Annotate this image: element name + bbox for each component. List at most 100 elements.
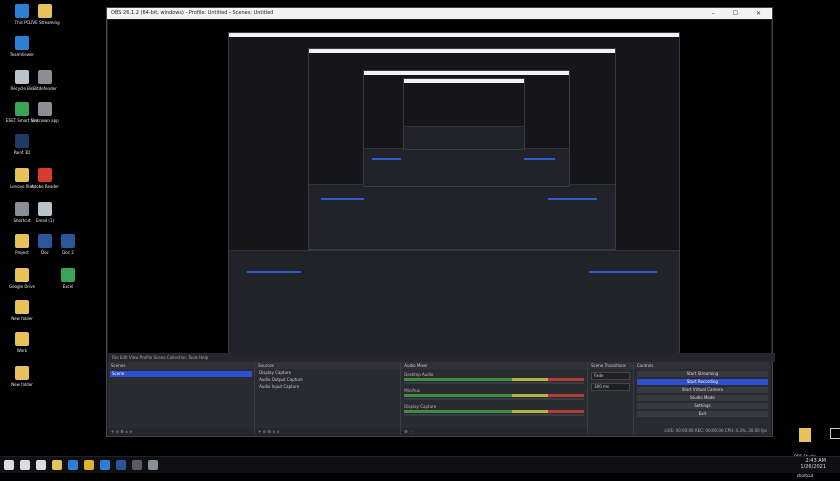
shield-icon xyxy=(38,70,52,84)
explorer-icon[interactable] xyxy=(52,460,62,470)
desktop-icon[interactable]: Google Drive xyxy=(6,268,38,289)
desktop-icon-label: Bitdefender xyxy=(33,86,57,91)
desktop-icon-area: This PCLIVE Streaming AssistantTeamViewe… xyxy=(2,2,97,452)
source-item[interactable]: Audio Output Capture xyxy=(255,376,400,383)
obs-icon[interactable] xyxy=(132,460,142,470)
folder-icon xyxy=(15,300,29,314)
chrome-icon[interactable] xyxy=(84,460,94,470)
start-streaming-button[interactable]: Start Streaming xyxy=(636,371,769,377)
desktop-icon-label: Google Drive xyxy=(8,284,36,289)
nested-preview-4 xyxy=(403,78,525,150)
sources-toolbar[interactable]: + ⊖ ⚙ ∧ ∨ xyxy=(255,428,401,435)
obs-docks: Scenes Scene + ⊖ ⚙ ∧ ∨ Sources Display C… xyxy=(108,362,772,435)
transitions-dock: Scene Transitions Fade 300 ms xyxy=(588,362,634,435)
volume-meter xyxy=(404,378,585,381)
folder-icon xyxy=(15,332,29,346)
recycle-bin-icon xyxy=(15,70,29,84)
volume-meter xyxy=(404,394,585,397)
desktop-icon-label: TeamViewer xyxy=(9,52,35,57)
exit-button[interactable]: Exit xyxy=(636,411,769,417)
app-icon xyxy=(15,102,29,116)
start-icon[interactable] xyxy=(4,460,14,470)
settings-button[interactable]: Settings xyxy=(636,403,769,409)
mail-icon xyxy=(38,202,52,216)
teamviewer-icon xyxy=(15,36,29,50)
search-icon[interactable] xyxy=(20,460,30,470)
mixer-channel[interactable]: Display Capture xyxy=(404,404,585,417)
volume-slider[interactable] xyxy=(404,398,585,400)
folder-icon xyxy=(15,168,29,182)
audio-mixer-dock: Audio Mixer Desktop Audio Mic/Aux Displa… xyxy=(401,362,589,435)
taskbar: 2:43 AM 1/26/2021 xyxy=(0,456,840,473)
controls-dock: Controls Start Streaming Start Recording… xyxy=(633,362,772,435)
mixer-channel[interactable]: Mic/Aux xyxy=(404,388,585,401)
app-icon xyxy=(38,102,52,116)
app-icon xyxy=(15,202,29,216)
preview-canvas[interactable] xyxy=(108,20,771,354)
file-icon xyxy=(799,428,811,442)
desktop-icon-label: New folder xyxy=(11,382,33,387)
mixer-channel[interactable]: Desktop Audio xyxy=(404,372,585,385)
channel-name: Desktop Audio xyxy=(404,372,434,377)
desktop-icon[interactable]: TeamViewer xyxy=(6,36,38,57)
desktop-icon[interactable]: New folder xyxy=(6,300,38,321)
desktop-icon[interactable]: Bitdefender xyxy=(29,70,61,91)
desktop-icon[interactable]: Email (1) xyxy=(29,202,61,223)
volume-slider[interactable] xyxy=(404,414,585,416)
clock[interactable]: 2:43 AM 1/26/2021 xyxy=(800,458,826,470)
window-controls[interactable]: – ☐ ✕ xyxy=(712,8,769,19)
desktop-icon-label: New folder xyxy=(11,316,33,321)
date: 1/26/2021 xyxy=(800,464,826,470)
settings-icon[interactable] xyxy=(148,460,158,470)
desktop-icon[interactable]: Unknown app xyxy=(29,102,61,123)
transition-type-select[interactable]: Fade xyxy=(591,372,630,380)
desktop-icon[interactable]: Doc 2 xyxy=(52,234,84,255)
obs-titlebar[interactable]: OBS 26.1.2 (64-bit, windows) - Profile: … xyxy=(107,8,772,19)
folder-icon xyxy=(15,366,29,380)
obs-menubar[interactable]: File Edit View Profile Scene Collection … xyxy=(108,353,775,362)
source-item[interactable]: Audio Input Capture xyxy=(255,383,400,390)
sources-dock: Sources Display Capture Audio Output Cap… xyxy=(255,362,402,435)
notification-icon[interactable] xyxy=(830,428,840,439)
mixer-title: Audio Mixer xyxy=(401,362,588,369)
mixer-toolbar[interactable]: ⚙ ⋮ xyxy=(401,428,588,435)
desktop-icon[interactable]: Paint 3D xyxy=(6,134,38,155)
controls-title: Controls xyxy=(633,362,772,369)
virtual-camera-button[interactable]: Start Virtual Camera xyxy=(636,387,769,393)
transitions-title: Scene Transitions xyxy=(588,362,633,369)
desktop-icon-label: Doc 2 xyxy=(62,250,74,255)
channel-name: Mic/Aux xyxy=(404,388,420,393)
desktop-icon-label: Excel xyxy=(62,284,74,289)
transition-duration-field[interactable]: 300 ms xyxy=(591,383,630,391)
desktop-icon[interactable]: Excel xyxy=(52,268,84,289)
scene-item[interactable]: Scene xyxy=(110,371,253,377)
source-item[interactable]: Display Capture xyxy=(255,369,400,376)
channel-name: Display Capture xyxy=(404,404,437,409)
scenes-toolbar[interactable]: + ⊖ ⚙ ∧ ∨ xyxy=(108,428,255,435)
desktop-icon-label: LIVE Streaming Assistant xyxy=(29,20,61,25)
desktop-icon[interactable]: Work xyxy=(6,332,38,353)
task-view-icon[interactable] xyxy=(36,460,46,470)
volume-meter xyxy=(404,410,585,413)
folder-icon xyxy=(15,268,29,282)
excel-icon xyxy=(61,268,75,282)
desktop-icon[interactable]: LIVE Streaming Assistant xyxy=(29,4,61,25)
store-icon[interactable] xyxy=(100,460,110,470)
scenes-title: Scenes xyxy=(108,362,255,369)
desktop-icon-label: Unknown app xyxy=(31,118,59,123)
desktop-icon[interactable]: New folder xyxy=(6,366,38,387)
start-recording-button[interactable]: Start Recording xyxy=(636,379,769,385)
obs-window: OBS 26.1.2 (64-bit, windows) - Profile: … xyxy=(106,7,775,437)
studio-mode-button[interactable]: Studio Mode xyxy=(636,395,769,401)
pc-icon xyxy=(15,4,29,18)
scenes-dock: Scenes Scene + ⊖ ⚙ ∧ ∨ xyxy=(108,362,256,435)
desktop-file[interactable]: OBS Studio shortcut xyxy=(792,428,818,481)
volume-slider[interactable] xyxy=(404,382,585,384)
desktop-icon-label: Work xyxy=(16,348,28,353)
word-icon[interactable] xyxy=(116,460,126,470)
edge-icon[interactable] xyxy=(68,460,78,470)
window-title: OBS 26.1.2 (64-bit, windows) - Profile: … xyxy=(111,10,274,16)
desktop-icon[interactable]: Adobe Reader xyxy=(29,168,61,189)
word-icon xyxy=(38,234,52,248)
sources-title: Sources xyxy=(255,362,401,369)
